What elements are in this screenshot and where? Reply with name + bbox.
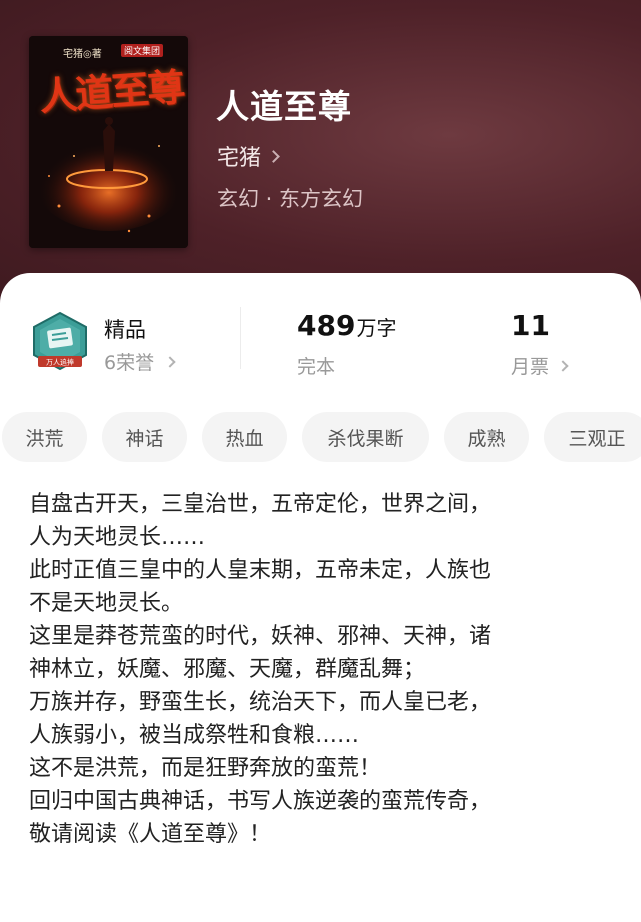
honor-count: 6荣誉 — [104, 352, 155, 374]
description-line: 万族并存，野蛮生长，统治天下，而人皇已老， — [29, 690, 492, 715]
honor-title: 精品 — [104, 318, 146, 342]
tag-chip[interactable]: 杀伐果断 — [302, 412, 429, 462]
tag-chip[interactable]: 热血 — [202, 412, 287, 462]
description-line: 不是天地灵长。 — [29, 591, 184, 616]
book-info-card: 万人追捧 精品 6荣誉 489 万字 完本 11 月票 洪荒 神话 热血 杀伐果… — [0, 273, 641, 922]
author-link[interactable]: 宅猪 — [217, 140, 280, 172]
description-line: 这里是莽苍荒蛮的时代，妖神、邪神、天神，诸 — [29, 624, 492, 649]
book-genre: 玄幻 · 东方玄幻 — [217, 187, 364, 211]
tag-chip[interactable]: 洪荒 — [2, 412, 87, 462]
cover-publisher: 阅文集团 — [121, 44, 164, 57]
chevron-right-icon — [267, 149, 280, 163]
description-line: 敬请阅读《人道至尊》！ — [29, 822, 272, 847]
monthly-votes-link[interactable]: 月票 — [511, 352, 569, 379]
completion-status: 完本 — [297, 356, 336, 378]
description-line: 神林立，妖魔、邪魔、天魔，群魔乱舞； — [29, 657, 426, 682]
author-name: 宅猪 — [217, 146, 262, 171]
book-description: 自盘古开天，三皇治世，五帝定伦，世界之间， 人为天地灵长…… 此时正值三皇中的人… — [29, 488, 619, 851]
word-count-unit: 万字 — [356, 316, 397, 340]
cover-title: 人道至尊 — [37, 64, 185, 119]
description-line: 回归中国古典神话，书写人族逆袭的蛮荒传奇， — [29, 789, 492, 814]
cover-author: 宅猪◎著 — [63, 49, 102, 60]
book-title: 人道至尊 — [216, 87, 352, 126]
chevron-right-icon — [164, 355, 176, 368]
tag-chip[interactable]: 成熟 — [444, 412, 529, 462]
tag-chip[interactable]: 三观正 — [544, 412, 641, 462]
word-count: 489 万字 — [297, 309, 396, 342]
book-header: 宅猪◎著 阅文集团 人道至尊 人道至尊 宅猪 玄幻 · 东方玄幻 — [0, 0, 641, 300]
description-line: 人族弱小，被当成祭牲和食粮…… — [29, 723, 360, 748]
book-cover[interactable]: 宅猪◎著 阅文集团 人道至尊 — [29, 36, 188, 248]
stats-divider — [240, 307, 241, 369]
word-count-number: 489 — [297, 309, 356, 342]
tag-chip[interactable]: 神话 — [102, 412, 187, 462]
honor-link[interactable]: 6荣誉 — [104, 348, 176, 375]
badge-text: 万人追捧 — [46, 358, 74, 367]
honor-badge-icon[interactable]: 万人追捧 — [30, 311, 90, 373]
description-line: 这不是洪荒，而是狂野奔放的蛮荒！ — [29, 756, 382, 781]
monthly-votes-number: 11 — [511, 309, 550, 342]
description-line: 自盘古开天，三皇治世，五帝定伦，世界之间， — [29, 492, 492, 517]
monthly-votes-label: 月票 — [511, 356, 550, 378]
tag-list: 洪荒 神话 热血 杀伐果断 成熟 三观正 — [0, 412, 641, 462]
description-line: 此时正值三皇中的人皇末期，五帝未定，人族也 — [29, 558, 492, 583]
description-line: 人为天地灵长…… — [29, 525, 206, 550]
chevron-right-icon — [557, 359, 569, 372]
